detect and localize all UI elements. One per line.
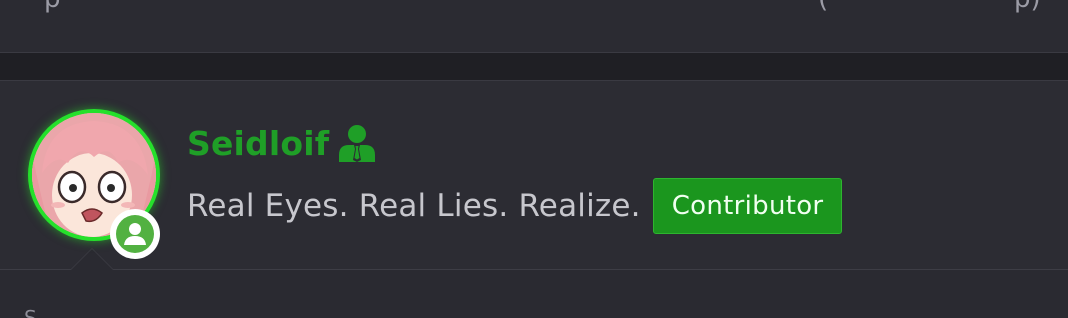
username-row: Seidloif — [187, 119, 376, 167]
username-link[interactable]: Seidloif — [187, 124, 329, 163]
online-user-icon — [124, 223, 146, 245]
previous-post-footer: p ( p) — [0, 0, 1068, 53]
clipped-glyph: p) — [1014, 0, 1041, 12]
online-status-indicator — [110, 209, 160, 259]
clipped-text: S — [24, 306, 37, 318]
rank-badge: Contributor — [652, 178, 843, 234]
post-body-start: S — [0, 270, 1068, 318]
clipped-glyph: ( — [818, 0, 828, 12]
clipped-glyph: p — [44, 0, 61, 12]
post-pointer-arrow — [70, 248, 114, 270]
user-tie-icon — [339, 124, 376, 162]
section-divider — [0, 53, 1068, 81]
user-tagline: Real Eyes. Real Lies. Realize. — [187, 188, 641, 224]
tagline-row: Real Eyes. Real Lies. Realize. Contribut… — [187, 176, 843, 236]
